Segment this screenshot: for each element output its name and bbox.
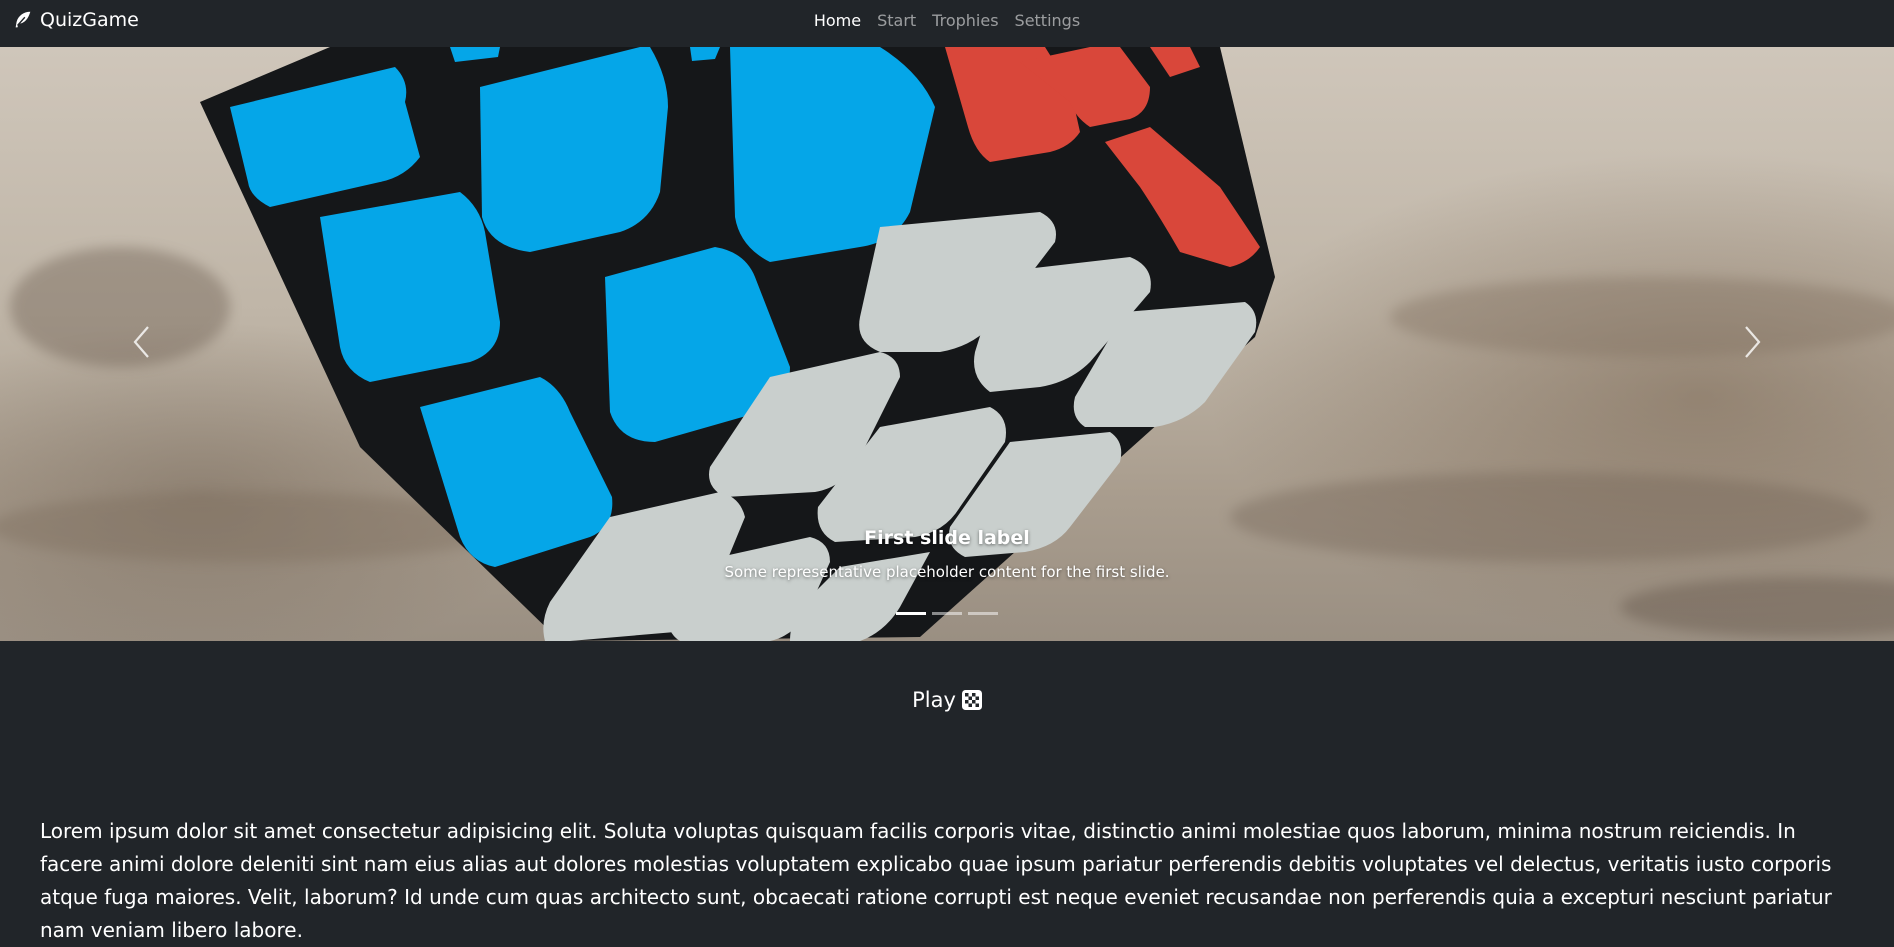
carousel-indicators: [0, 612, 1894, 615]
chevron-left-icon: [132, 325, 152, 363]
carousel-indicator-1[interactable]: [896, 612, 926, 615]
nav-trophies[interactable]: Trophies: [929, 7, 1001, 34]
chevron-right-icon: [1742, 325, 1762, 363]
play-button[interactable]: Play: [904, 684, 990, 716]
hero-carousel: First slide label Some representative pl…: [0, 47, 1894, 641]
play-label: Play: [912, 688, 956, 712]
slide-caption-text: Some representative placeholder content …: [724, 563, 1170, 581]
carousel-indicator-3[interactable]: [968, 612, 998, 615]
checkerboard-icon: [961, 690, 982, 710]
nav-start[interactable]: Start: [874, 7, 919, 34]
body-paragraph: Lorem ipsum dolor sit amet consectetur a…: [40, 819, 1832, 942]
carousel-indicator-2[interactable]: [932, 612, 962, 615]
nav-settings[interactable]: Settings: [1012, 7, 1084, 34]
nav-links: Home Start Trophies Settings: [0, 0, 1894, 40]
slide-caption: First slide label Some representative pl…: [0, 527, 1894, 581]
play-row: Play: [0, 684, 1894, 716]
navbar: QuizGame Home Start Trophies Settings: [0, 0, 1894, 47]
slide-caption-title: First slide label: [864, 527, 1030, 549]
nav-home[interactable]: Home: [811, 7, 864, 34]
